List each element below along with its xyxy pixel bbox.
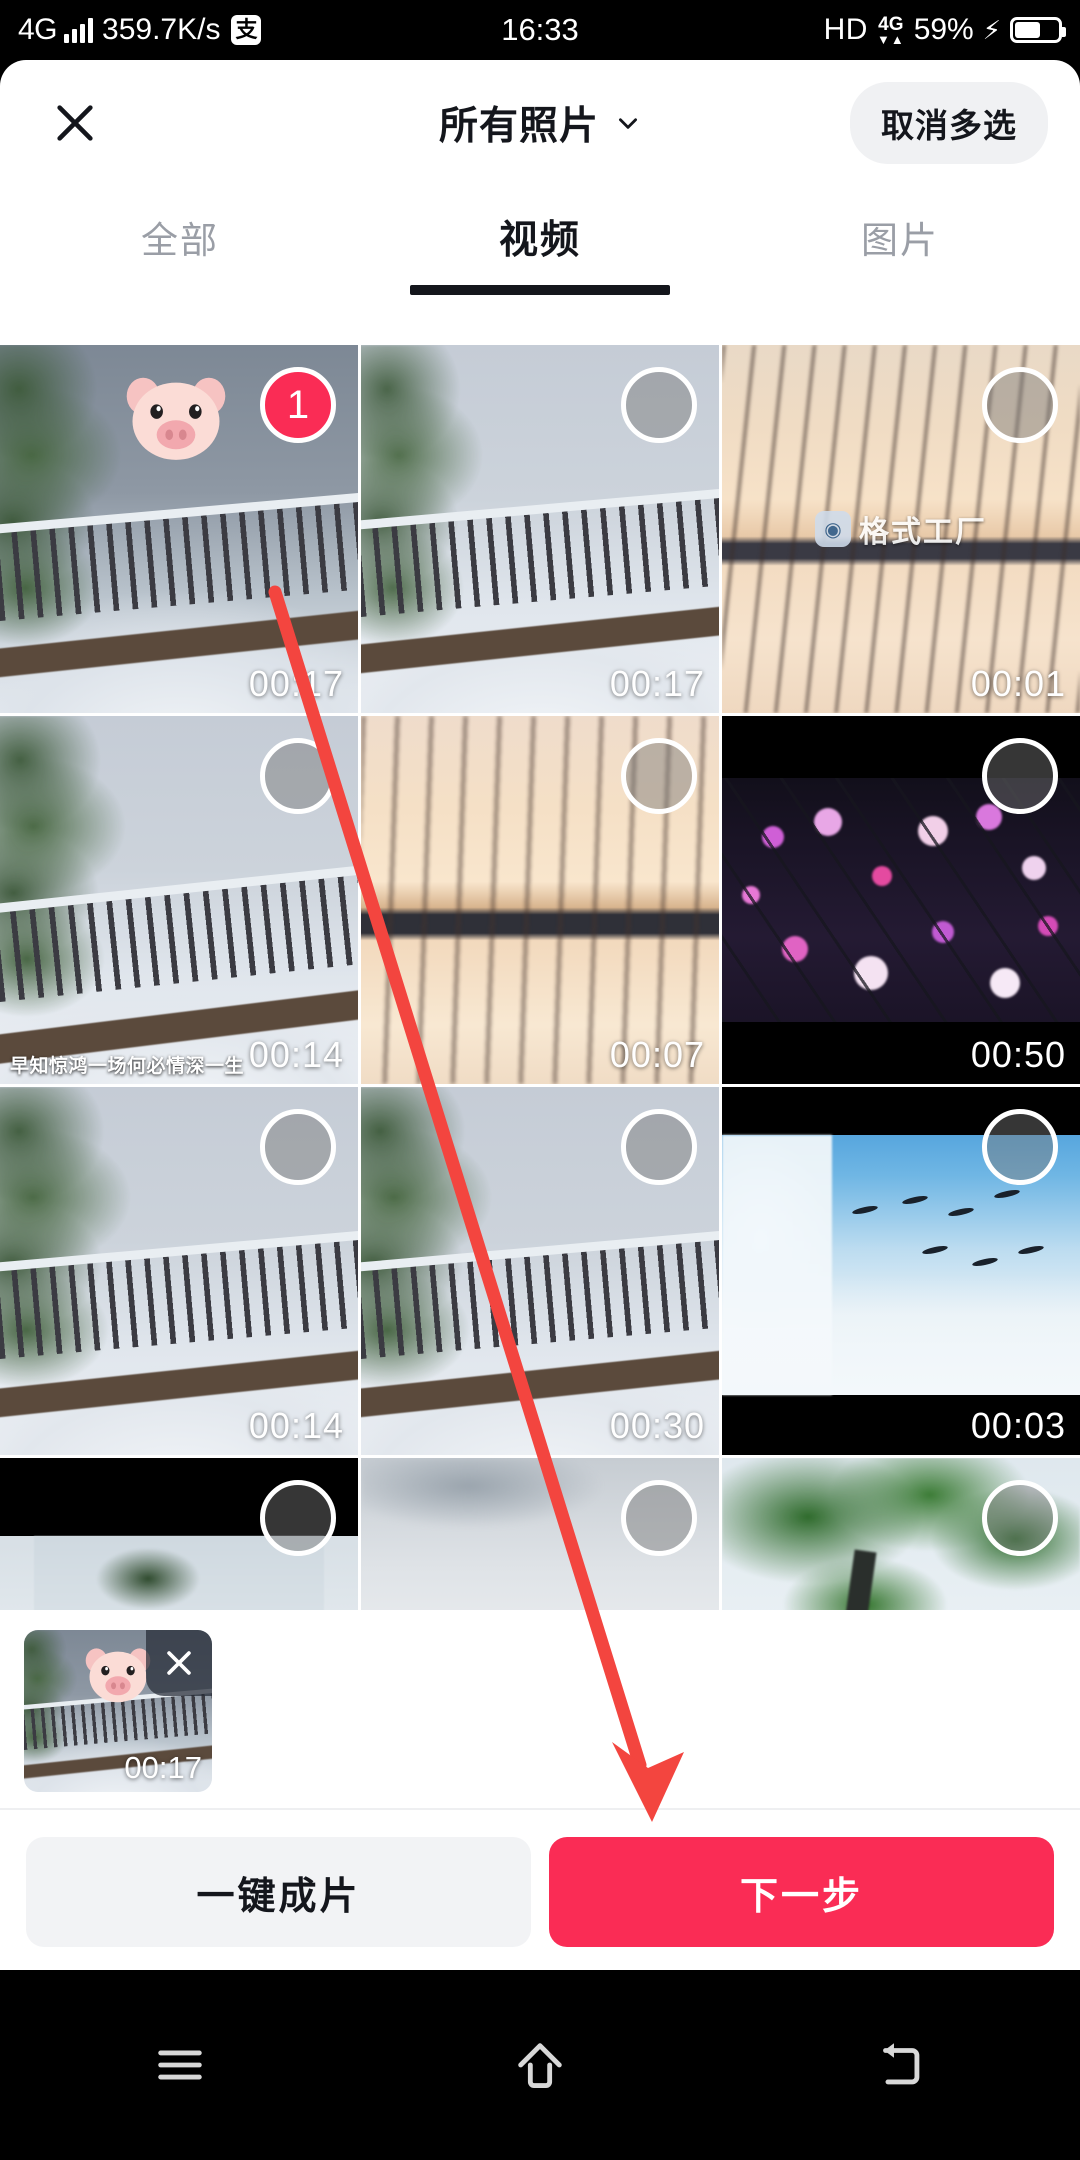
duration-label: 00:01 [970, 663, 1066, 704]
mobile-data-icon: 4G ▼▲ [876, 13, 905, 47]
pig-face-sticker [118, 371, 234, 467]
cancel-multiselect-button[interactable]: 取消多选 [850, 81, 1048, 164]
duration-label: 00:17 [609, 663, 705, 704]
selection-circle[interactable] [982, 738, 1058, 814]
back-button[interactable] [840, 2020, 960, 2110]
tab-all[interactable]: 全部 [0, 185, 360, 295]
menu-icon [158, 2050, 202, 2080]
media-cell[interactable]: 早知惊鸿一场何必情深一生 00:14 [0, 716, 358, 1084]
selection-circle[interactable] [982, 1480, 1058, 1556]
media-cell[interactable]: 00:14 [0, 1087, 358, 1455]
tab-image[interactable]: 图片 [720, 185, 1080, 295]
duration-label: 00:03 [970, 1405, 1066, 1446]
media-grid: 1 00:17 00:17 ◉ 格式工厂 00:01 早知惊鸿一场何必情深一生 … [0, 345, 1080, 1610]
selected-media-tray: 00:17 [0, 1613, 1080, 1810]
selection-circle[interactable] [621, 1480, 697, 1556]
selection-circle[interactable] [982, 367, 1058, 443]
duration-label: 00:50 [970, 1034, 1066, 1075]
selected-duration-label: 00:17 [124, 1749, 202, 1785]
recents-button[interactable] [120, 2020, 240, 2110]
selection-badge[interactable]: 1 [260, 367, 336, 443]
remove-selected-button[interactable] [146, 1629, 212, 1696]
home-button[interactable] [480, 2020, 600, 2110]
selection-circle[interactable] [260, 1480, 336, 1556]
media-cell[interactable]: 00:30 [361, 1087, 719, 1455]
pig-face-sticker [80, 1644, 156, 1706]
duration-label: 00:14 [248, 1405, 344, 1446]
status-bar-left: 4G 359.7K/s 支 [0, 13, 262, 47]
android-navigation-bar [0, 1970, 1080, 2160]
selection-order-number: 1 [286, 382, 310, 427]
media-cell[interactable] [0, 1458, 358, 1610]
network-type-label: 4G [18, 13, 58, 46]
selection-circle[interactable] [621, 738, 697, 814]
tab-video[interactable]: 视频 [360, 185, 720, 295]
selected-thumbnail[interactable]: 00:17 [24, 1629, 212, 1792]
selection-circle[interactable] [982, 1109, 1058, 1185]
back-arrow-icon [883, 2043, 920, 2085]
home-up-arrow-icon [518, 2043, 562, 2088]
phone-screen: 4G 359.7K/s 支 16:33 HD 4G ▼▲ 59% ⚡ 所有照片 … [0, 0, 1080, 2160]
auto-create-button[interactable]: 一键成片 [26, 1837, 531, 1947]
page-title: 所有照片 [438, 104, 599, 148]
battery-percent-label: 59% [913, 13, 974, 46]
media-cell[interactable]: 00:03 [722, 1087, 1080, 1455]
chevron-down-icon [619, 117, 637, 129]
selection-circle[interactable] [621, 367, 697, 443]
status-bar-right: HD 4G ▼▲ 59% ⚡ [824, 13, 1080, 47]
signal-strength-icon [64, 17, 94, 43]
selection-circle[interactable] [621, 1109, 697, 1185]
duration-label: 00:07 [609, 1034, 705, 1075]
watermark-text: 格式工厂 [859, 516, 987, 549]
tab-active-underline [410, 285, 670, 295]
watermark: ◉ 格式工厂 [815, 507, 987, 551]
duration-label: 00:30 [609, 1405, 705, 1446]
bottom-action-bar: 一键成片 下一步 [0, 1812, 1080, 1972]
hd-voice-icon: HD [823, 13, 868, 46]
battery-icon [1010, 17, 1066, 43]
status-bar: 4G 359.7K/s 支 16:33 HD 4G ▼▲ 59% ⚡ [0, 0, 1080, 60]
duration-label: 00:17 [248, 663, 344, 704]
network-speed-label: 359.7K/s [102, 13, 221, 46]
selection-circle[interactable] [260, 738, 336, 814]
next-step-button[interactable]: 下一步 [549, 1837, 1054, 1947]
media-cell[interactable]: 1 00:17 [0, 345, 358, 713]
media-cell[interactable]: 00:07 [361, 716, 719, 1084]
duration-label: 00:14 [248, 1034, 344, 1075]
app-bar: 所有照片 取消多选 [0, 60, 1080, 185]
media-type-tabs: 全部 视频 图片 [0, 185, 1080, 295]
media-cell[interactable]: ◉ 格式工厂 00:01 [722, 345, 1080, 713]
watermark-logo-icon: ◉ [815, 511, 851, 547]
alipay-icon: 支 [231, 15, 262, 45]
selection-circle[interactable] [260, 1109, 336, 1185]
media-cell[interactable] [361, 1458, 719, 1610]
video-caption: 早知惊鸿一场何必情深一生 [10, 1056, 245, 1077]
charging-bolt-icon: ⚡ [982, 14, 1001, 45]
media-cell[interactable] [722, 1458, 1080, 1610]
media-cell[interactable]: 00:50 [722, 716, 1080, 1084]
close-icon [167, 1650, 191, 1675]
media-cell[interactable]: 00:17 [361, 345, 719, 713]
